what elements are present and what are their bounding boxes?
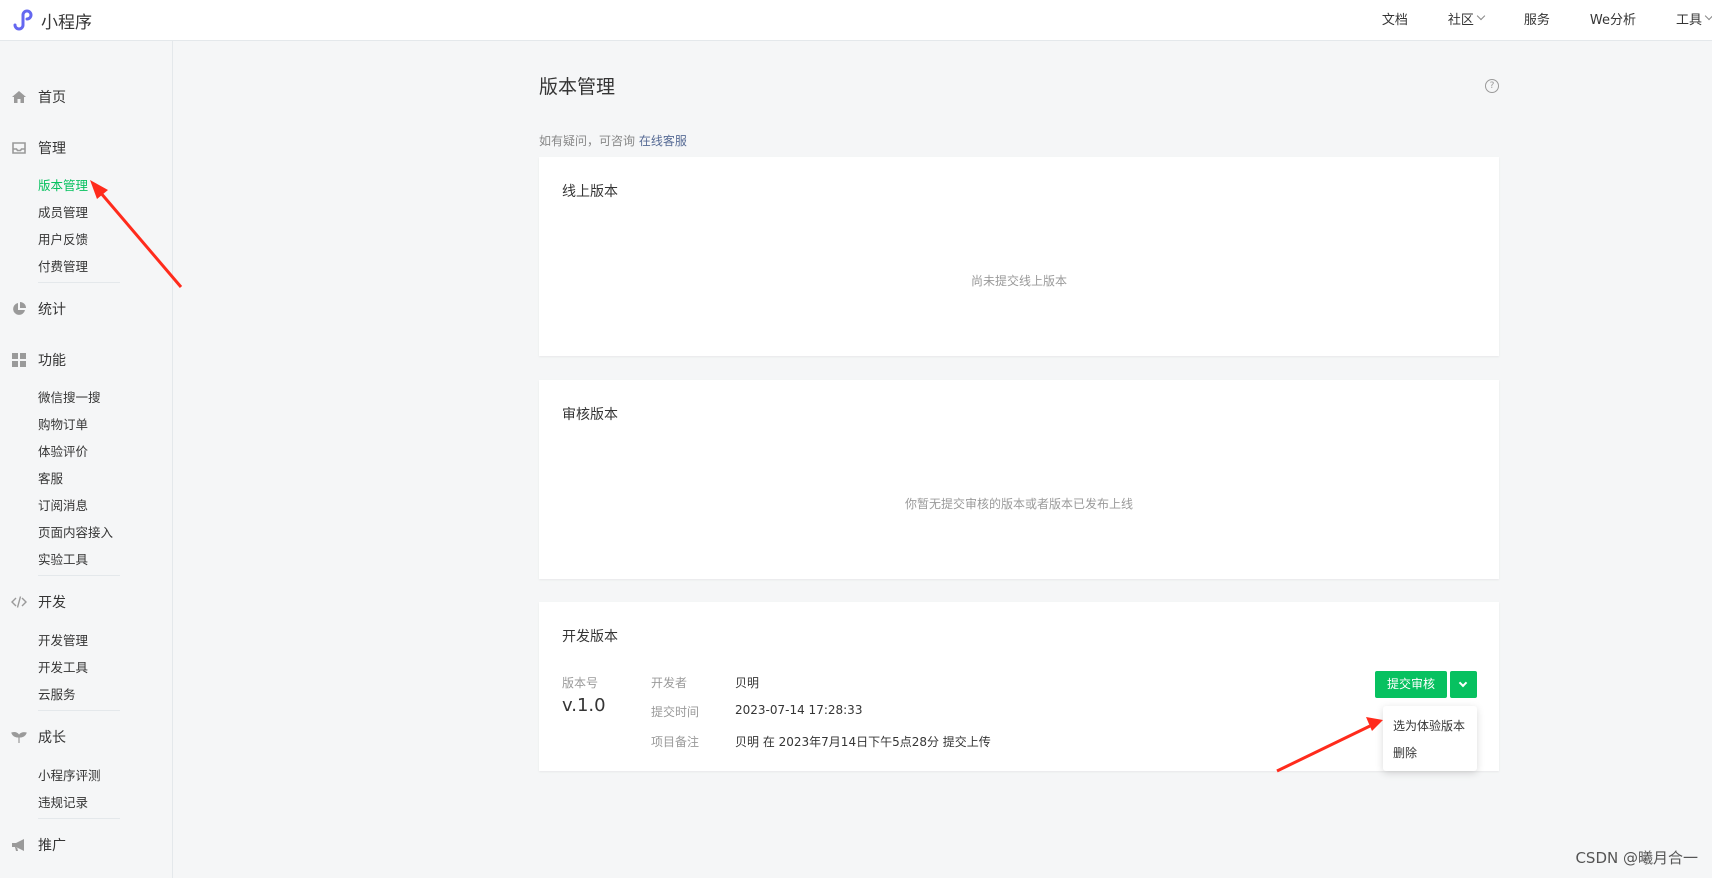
sidebar-item-version-manage[interactable]: 版本管理 — [38, 175, 88, 194]
code-icon — [11, 596, 27, 608]
pie-chart-icon — [13, 302, 26, 315]
sidebar-item-experiment-tools[interactable]: 实验工具 — [38, 549, 88, 568]
sidebar-divider — [38, 575, 120, 576]
sidebar-item-page-content[interactable]: 页面内容接入 — [38, 522, 113, 541]
delete-option[interactable]: 删除 — [1393, 744, 1417, 761]
sidebar-item-dev-manage[interactable]: 开发管理 — [38, 630, 88, 649]
online-version-title: 线上版本 — [562, 184, 618, 200]
chevron-down-icon — [1458, 678, 1468, 688]
project-note-value: 贝明 在 2023年7月14日下午5点28分 提交上传 — [735, 735, 991, 749]
sidebar-item-growth-label: 成长 — [38, 730, 66, 746]
nav-community-label: 社区 — [1447, 12, 1474, 28]
version-number-label: 版本号 — [562, 676, 599, 690]
review-version-empty: 你暂无提交审核的版本或者版本已发布上线 — [904, 497, 1133, 511]
nav-community[interactable]: 社区 — [1447, 9, 1486, 28]
developer-label: 开发者 — [651, 676, 688, 690]
nav-tools[interactable]: 工具 — [1676, 9, 1712, 28]
sidebar-item-experience-review[interactable]: 体验评价 — [38, 441, 88, 460]
top-nav: 文档 社区 服务 We分析 工具 — [1382, 0, 1712, 36]
help-tip-text: 如有疑问，可咨询 — [539, 134, 636, 148]
sidebar-item-dev-tools[interactable]: 开发工具 — [38, 657, 88, 676]
set-experience-version-option[interactable]: 选为体验版本 — [1393, 717, 1465, 734]
nav-tools-label: 工具 — [1675, 12, 1702, 28]
dev-version-title: 开发版本 — [562, 629, 618, 645]
sidebar-item-violation-records[interactable]: 违规记录 — [38, 792, 88, 811]
grid-icon — [12, 353, 26, 367]
help-tip: 如有疑问，可咨询 在线客服 — [539, 132, 687, 149]
nav-service-label: 服务 — [1523, 12, 1550, 28]
sidebar-divider — [38, 710, 120, 711]
sidebar-item-member-manage[interactable]: 成员管理 — [38, 202, 88, 221]
project-note-label: 项目备注 — [651, 735, 700, 749]
online-service-link[interactable]: 在线客服 — [639, 134, 687, 148]
sidebar-item-wechat-search[interactable]: 微信搜一搜 — [38, 387, 101, 406]
home-icon — [12, 91, 26, 103]
nav-service[interactable]: 服务 — [1524, 9, 1550, 28]
sidebar-item-manage-label: 管理 — [38, 141, 66, 157]
sidebar-item-promote-label: 推广 — [38, 838, 66, 854]
megaphone-icon — [12, 839, 24, 851]
sidebar-item-shopping-orders[interactable]: 购物订单 — [38, 414, 88, 433]
review-version-title: 审核版本 — [562, 407, 618, 423]
app-title: 小程序 — [41, 12, 92, 33]
more-actions-dropdown: 选为体验版本 删除 — [1383, 706, 1477, 771]
developer-value: 贝明 — [735, 676, 760, 690]
sidebar-item-dev-label: 开发 — [38, 595, 66, 611]
sidebar-item-user-feedback[interactable]: 用户反馈 — [38, 229, 88, 248]
page-title: 版本管理 — [539, 76, 616, 98]
review-version-card: 审核版本 你暂无提交审核的版本或者版本已发布上线 — [539, 380, 1499, 579]
online-version-empty: 尚未提交线上版本 — [970, 274, 1067, 288]
submit-time-label: 提交时间 — [651, 705, 700, 719]
nav-docs[interactable]: 文档 — [1382, 9, 1408, 28]
online-version-card: 线上版本 尚未提交线上版本 — [539, 157, 1499, 356]
dev-version-card: 开发版本 版本号 v.1.0 开发者 贝明 提交时间 2023-07-14 17… — [539, 602, 1499, 771]
chevron-down-icon — [1476, 11, 1486, 21]
more-actions-button[interactable] — [1450, 671, 1477, 698]
watermark: CSDN @曦月合一 — [1575, 849, 1698, 867]
submit-review-button[interactable]: 提交审核 — [1375, 671, 1447, 698]
nav-docs-label: 文档 — [1381, 12, 1408, 28]
miniprogram-logo-icon — [13, 9, 33, 31]
sidebar-item-features-label: 功能 — [38, 353, 66, 369]
submit-time-value: 2023-07-14 17:28:33 — [735, 703, 863, 717]
inbox-icon — [12, 142, 26, 154]
top-header: 小程序 文档 社区 服务 We分析 工具 — [0, 0, 1712, 41]
sidebar-item-payment-manage[interactable]: 付费管理 — [38, 256, 88, 275]
sidebar-item-stats-label: 统计 — [38, 302, 66, 318]
sidebar-item-home-label: 首页 — [38, 90, 66, 106]
sidebar-item-cloud-service[interactable]: 云服务 — [38, 684, 76, 703]
sidebar-item-evaluation[interactable]: 小程序评测 — [38, 765, 101, 784]
sidebar-item-customer-service[interactable]: 客服 — [38, 468, 63, 487]
help-icon[interactable]: ? — [1485, 79, 1499, 93]
sprout-icon — [11, 732, 27, 743]
chevron-down-icon — [1704, 11, 1712, 21]
nav-we-analysis[interactable]: We分析 — [1590, 9, 1636, 28]
logo[interactable]: 小程序 — [11, 7, 92, 33]
sidebar: 首页 管理 版本管理 成员管理 用户反馈 付费管理 统计 功能 微信搜一搜 购物… — [0, 41, 173, 878]
sidebar-divider — [38, 282, 120, 283]
sidebar-divider — [38, 818, 120, 819]
version-number: v.1.0 — [562, 695, 606, 716]
nav-we-analysis-label: We分析 — [1589, 12, 1636, 28]
sidebar-item-subscription-messages[interactable]: 订阅消息 — [38, 495, 88, 514]
